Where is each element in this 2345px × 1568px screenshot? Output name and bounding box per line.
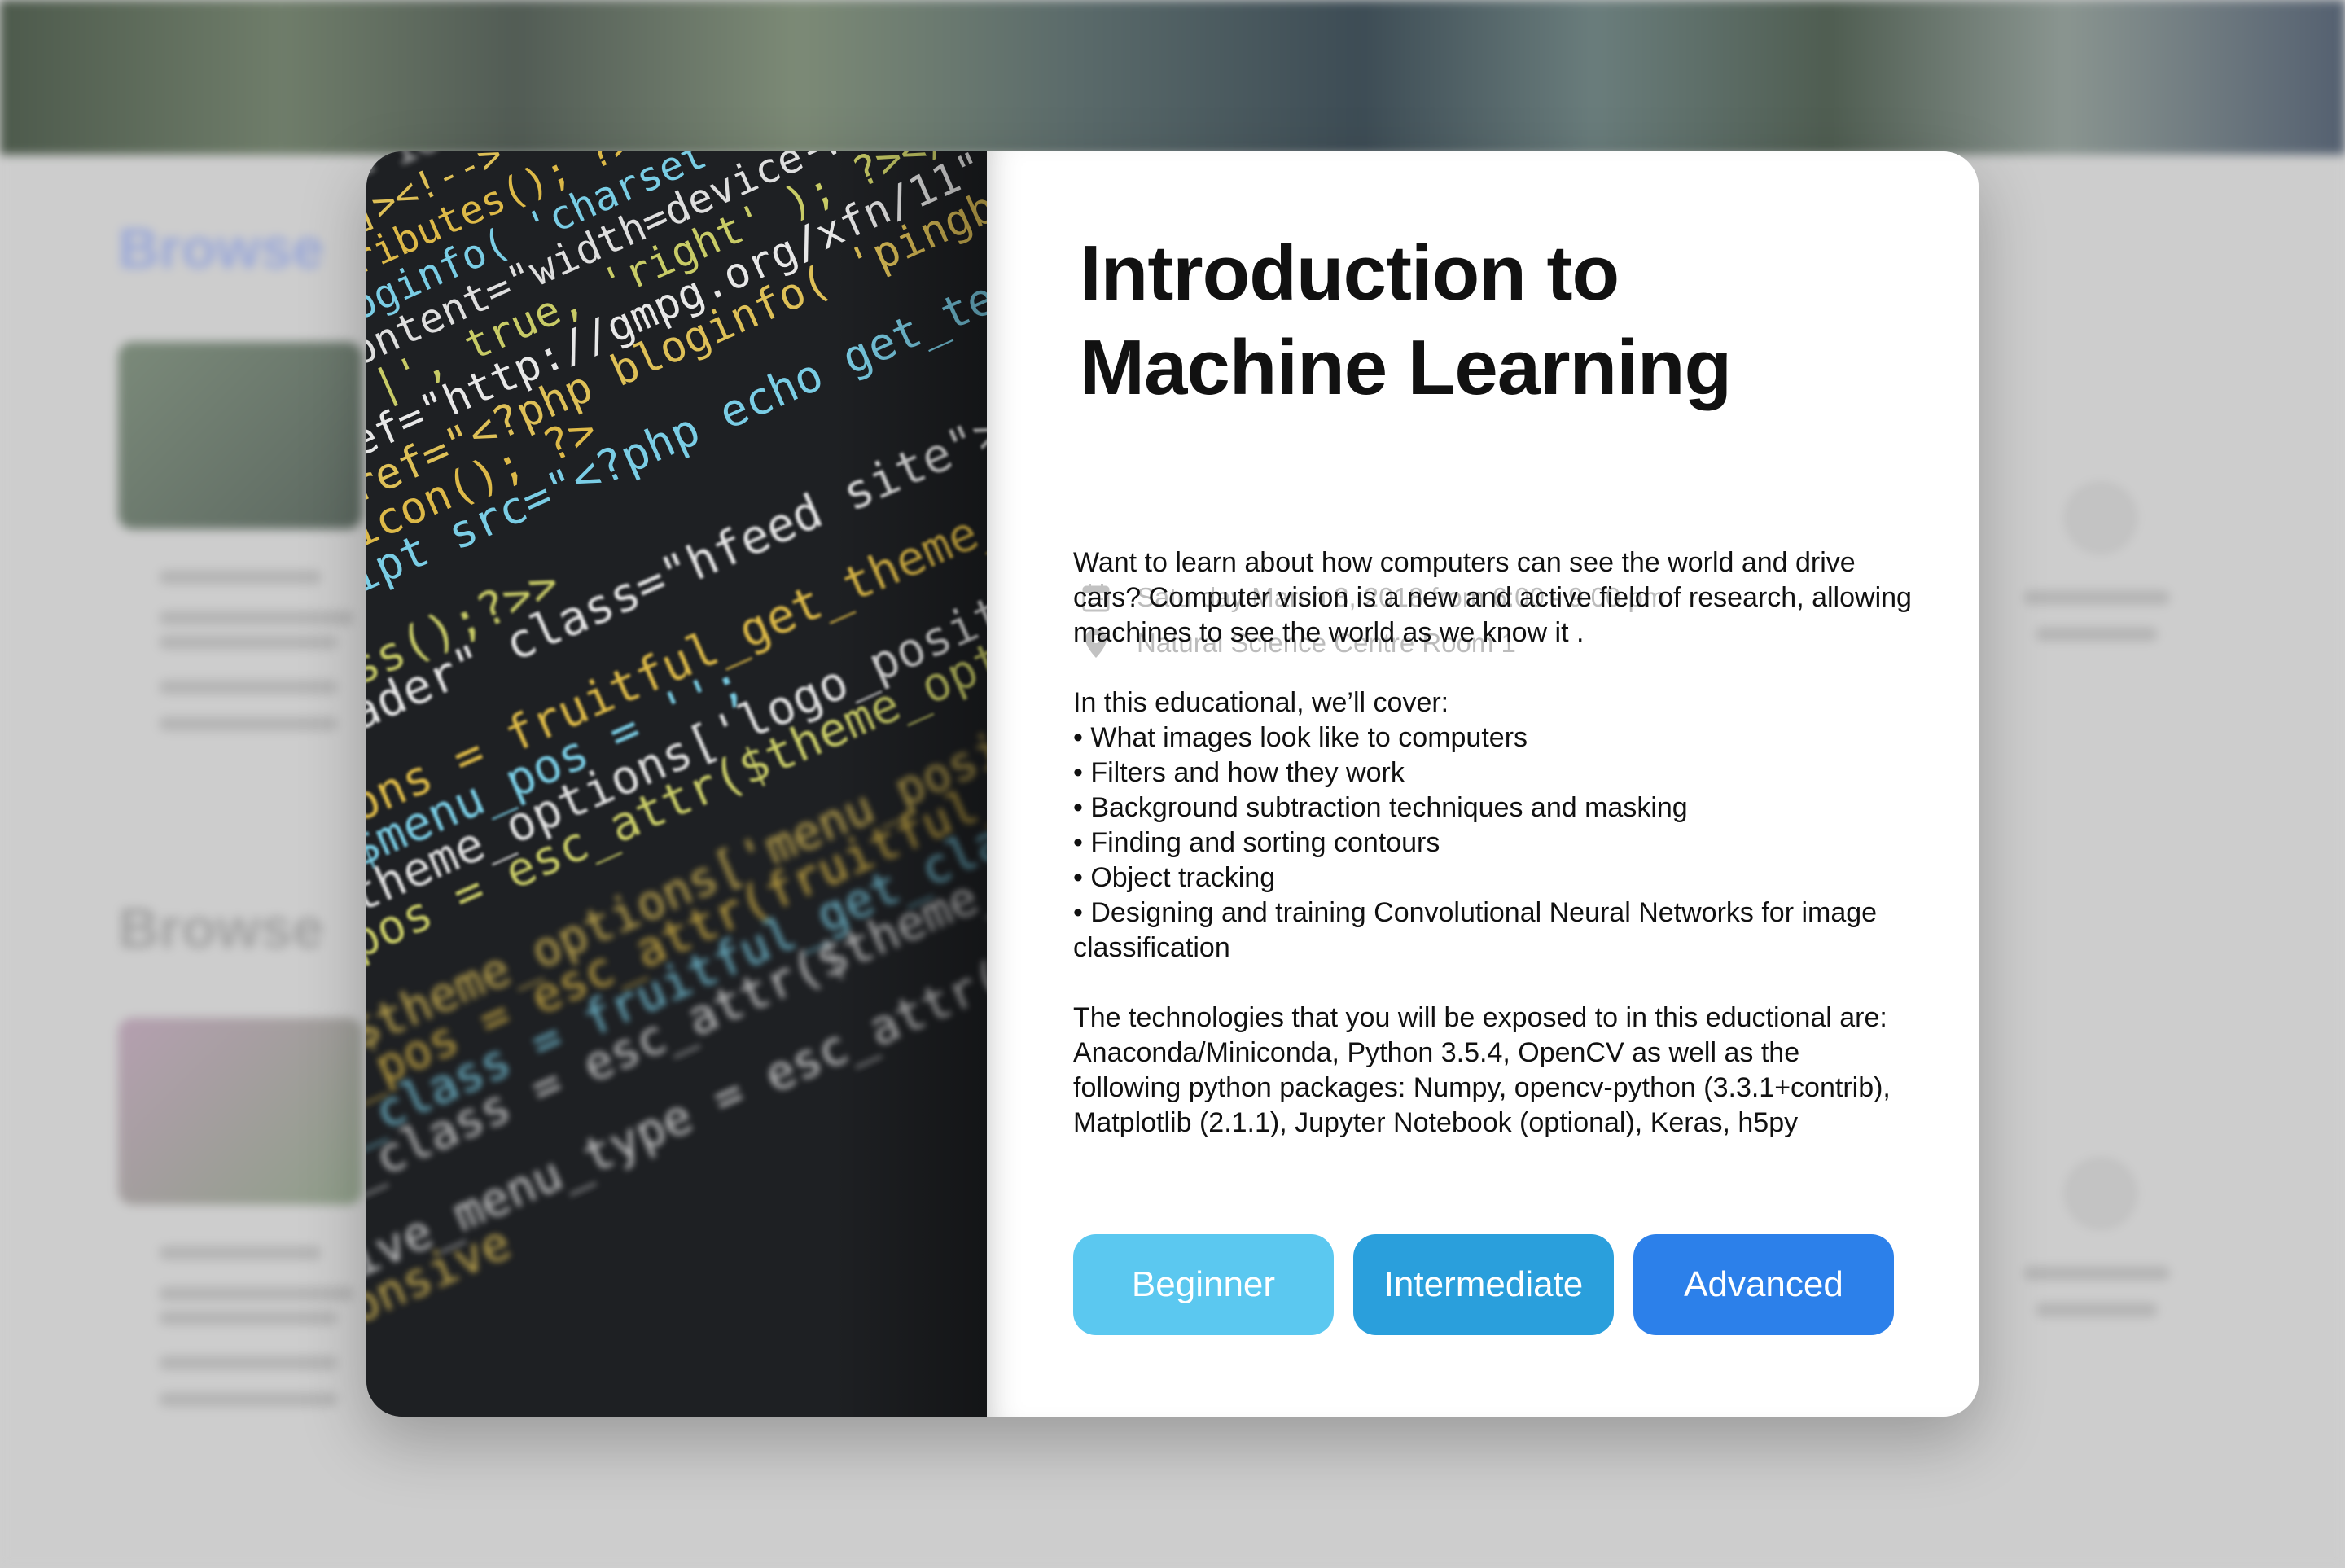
background-create-button <box>2065 1158 2137 1229</box>
advanced-button[interactable]: Advanced <box>1633 1234 1894 1335</box>
topic-item: • Filters and how they work <box>1073 757 1405 788</box>
background-heading-2: Browse <box>118 896 324 960</box>
event-cover-heading: In this educational, we’ll cover: <box>1073 687 1449 718</box>
code-cover-image: ="ie ie]><!-->ributes(); ?>oginfo( 'char… <box>366 151 987 1417</box>
background-create-label <box>2036 1303 2158 1317</box>
topic-item: • What images look like to computers <box>1073 722 1528 753</box>
background-card-thumb-1 <box>118 342 362 529</box>
background-card-line <box>159 570 322 585</box>
background-create-button <box>2065 482 2137 554</box>
level-selector: Beginner Intermediate Advanced <box>1073 1234 1894 1335</box>
background-card-line <box>159 680 338 694</box>
event-title: Introduction to Machine Learning <box>1080 226 1935 415</box>
background-card-line <box>159 1356 338 1370</box>
background-card-line <box>159 1286 354 1301</box>
topic-item: • Background subtraction techniques and … <box>1073 792 1688 823</box>
background-card-line <box>159 1311 338 1325</box>
background-create-label <box>2023 1266 2170 1281</box>
background-heading-1: Browse <box>118 217 324 280</box>
background-banner <box>0 0 2345 155</box>
topic-item: • Finding and sorting contours <box>1073 827 1440 858</box>
background-card-line <box>159 1246 322 1260</box>
intermediate-button[interactable]: Intermediate <box>1353 1234 1614 1335</box>
background-card-line <box>159 1392 338 1407</box>
event-title-line-2: Machine Learning <box>1080 324 1732 411</box>
background-create-label <box>2036 627 2158 642</box>
background-create-label <box>2023 590 2170 605</box>
event-intro: Want to learn about how computers can se… <box>1073 547 1912 648</box>
background-card-thumb-2 <box>118 1018 362 1205</box>
code-screenshot-illustration: ="ie ie]><!-->ributes(); ?>oginfo( 'char… <box>366 151 987 1417</box>
event-technologies: The technologies that you will be expose… <box>1073 1002 1891 1138</box>
beginner-button[interactable]: Beginner <box>1073 1234 1334 1335</box>
topic-item: • Object tracking <box>1073 862 1276 893</box>
background-card-line <box>159 716 338 731</box>
event-description: Want to learn about how computers can se… <box>1073 545 1912 1141</box>
event-title-line-1: Introduction to <box>1080 230 1620 317</box>
background-card-line <box>159 635 338 650</box>
topic-item: • Designing and training Convolutional N… <box>1073 897 1878 963</box>
event-detail-modal: ="ie ie]><!-->ributes(); ?>oginfo( 'char… <box>366 151 1979 1417</box>
event-detail-content: Introduction to Machine Learning Saturda… <box>987 151 1979 1417</box>
background-card-line <box>159 611 354 625</box>
